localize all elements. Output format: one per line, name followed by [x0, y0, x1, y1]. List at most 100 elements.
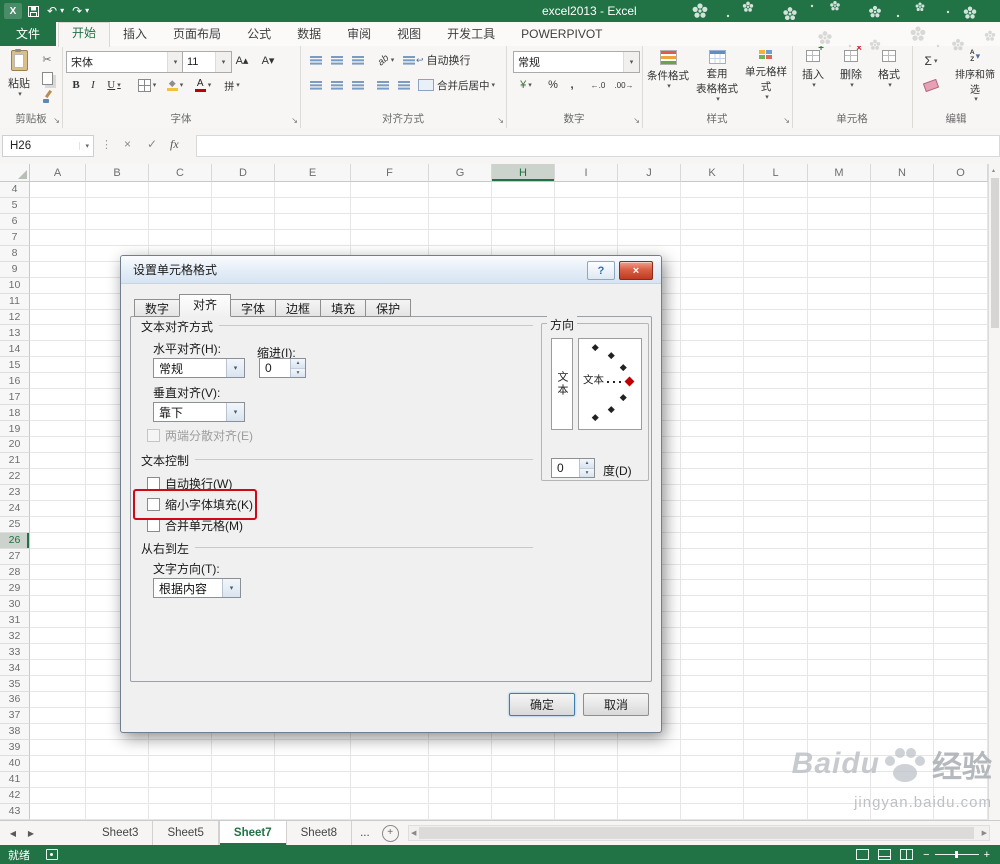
column-header-H[interactable]: H: [492, 164, 555, 182]
row-header-14[interactable]: 14: [0, 341, 30, 358]
column-header-K[interactable]: K: [681, 164, 744, 182]
row-header-19[interactable]: 19: [0, 421, 30, 437]
sheet-tab-Sheet3[interactable]: Sheet3: [88, 821, 154, 845]
column-header-J[interactable]: J: [618, 164, 681, 182]
spin-down-icon[interactable]: ▾: [580, 468, 594, 477]
ribbon-tab-视图[interactable]: 视图: [384, 22, 434, 46]
scroll-right-icon[interactable]: ▶: [982, 829, 987, 837]
phonetic-guide-button[interactable]: 拼 ▾: [218, 76, 246, 94]
formula-input[interactable]: [196, 135, 1000, 157]
ribbon-tab-审阅[interactable]: 审阅: [334, 22, 384, 46]
row-header-21[interactable]: 21: [0, 452, 30, 469]
merge-center-button[interactable]: 合并后居中 ▾: [418, 76, 495, 94]
copy-button[interactable]: [36, 69, 58, 87]
cell-styles-button[interactable]: 单元格样式 ▾: [742, 50, 790, 108]
orientation-dial[interactable]: 文本: [578, 338, 642, 430]
row-header-40[interactable]: 40: [0, 755, 30, 772]
ribbon-tab-文件[interactable]: 文件: [0, 22, 57, 46]
row-header-12[interactable]: 12: [0, 309, 30, 326]
fill-color-button[interactable]: ◆ ▾: [162, 76, 188, 94]
row-header-15[interactable]: 15: [0, 357, 30, 374]
grow-font-button[interactable]: A▴: [230, 51, 254, 69]
borders-button[interactable]: ▾: [134, 76, 160, 94]
accounting-format-button[interactable]: ¥ ▾: [513, 76, 539, 94]
macro-record-icon[interactable]: [46, 849, 58, 860]
wrap-text-button[interactable]: ↩ 自动换行: [403, 51, 471, 69]
undo-caret-icon[interactable]: ▾: [60, 7, 64, 15]
row-header-11[interactable]: 11: [0, 293, 30, 310]
column-header-I[interactable]: I: [555, 164, 618, 182]
spin-down-icon[interactable]: ▾: [291, 368, 305, 377]
row-header-23[interactable]: 23: [0, 484, 30, 501]
dialog-close-button[interactable]: ×: [619, 261, 653, 280]
row-header-43[interactable]: 43: [0, 803, 30, 820]
ribbon-tab-页面布局[interactable]: 页面布局: [160, 22, 234, 46]
percent-style-button[interactable]: %: [544, 76, 562, 94]
text-direction-combo[interactable]: 根据内容 ▾: [153, 578, 241, 598]
row-header-38[interactable]: 38: [0, 723, 30, 740]
orientation-marker[interactable]: [624, 376, 635, 387]
row-header-24[interactable]: 24: [0, 500, 30, 517]
confirm-entry-button[interactable]: ✓: [147, 137, 157, 151]
align-right-button[interactable]: [348, 76, 367, 94]
row-header-27[interactable]: 27: [0, 548, 30, 565]
align-center-button[interactable]: [327, 76, 346, 94]
row-header-8[interactable]: 8: [0, 245, 30, 262]
column-header-O[interactable]: O: [934, 164, 988, 182]
ribbon-tab-开始[interactable]: 开始: [58, 22, 111, 47]
excel-app-icon[interactable]: X: [4, 3, 22, 19]
formula-bar-handle-icon[interactable]: ⋮: [101, 138, 112, 151]
row-header-35[interactable]: 35: [0, 676, 30, 692]
row-header-42[interactable]: 42: [0, 787, 30, 804]
align-top-button[interactable]: [306, 51, 325, 69]
font-color-button[interactable]: A ▾: [190, 76, 216, 94]
format-painter-button[interactable]: [36, 88, 58, 106]
align-bottom-button[interactable]: [348, 51, 367, 69]
row-header-28[interactable]: 28: [0, 564, 30, 581]
italic-button[interactable]: I: [85, 76, 101, 94]
row-header-9[interactable]: 9: [0, 261, 30, 278]
row-header-4[interactable]: 4: [0, 182, 30, 198]
increase-decimal-button[interactable]: ←.0: [586, 76, 610, 94]
row-header-10[interactable]: 10: [0, 277, 30, 294]
normal-view-icon[interactable]: [856, 849, 870, 860]
autosum-button[interactable]: Σ ▾: [916, 52, 946, 70]
row-header-32[interactable]: 32: [0, 628, 30, 645]
dialog-tab-边框[interactable]: 边框: [275, 299, 322, 317]
row-header-16[interactable]: 16: [0, 373, 30, 390]
sheet-tab-Sheet7[interactable]: Sheet7: [218, 821, 287, 845]
page-break-view-icon[interactable]: [900, 849, 914, 860]
shrink-font-button[interactable]: A▾: [256, 51, 280, 69]
row-header-30[interactable]: 30: [0, 596, 30, 613]
delete-cells-button[interactable]: × 删除 ▾: [834, 46, 868, 108]
horizontal-scrollbar[interactable]: ◀ ▶: [408, 825, 990, 841]
bold-button[interactable]: B: [68, 76, 84, 94]
row-header-37[interactable]: 37: [0, 707, 30, 724]
ribbon-tab-数据[interactable]: 数据: [284, 22, 334, 46]
vertical-align-combo[interactable]: 靠下 ▾: [153, 402, 245, 422]
underline-button[interactable]: U ▾: [102, 76, 126, 94]
font-size-combo[interactable]: 11 ▾: [182, 51, 232, 73]
page-layout-view-icon[interactable]: [878, 849, 892, 860]
row-header-41[interactable]: 41: [0, 771, 30, 788]
name-box[interactable]: H26 ▾: [2, 135, 94, 157]
row-header-17[interactable]: 17: [0, 389, 30, 406]
row-header-25[interactable]: 25: [0, 516, 30, 533]
ribbon-tab-公式[interactable]: 公式: [234, 22, 284, 46]
row-header-36[interactable]: 36: [0, 692, 30, 708]
insert-function-button[interactable]: fx: [170, 137, 179, 152]
alignment-dialog-launcher-icon[interactable]: ↘: [497, 117, 504, 125]
dialog-tab-字体[interactable]: 字体: [230, 299, 277, 317]
insert-cells-button[interactable]: + 插入 ▾: [796, 46, 830, 108]
column-header-A[interactable]: A: [30, 164, 86, 182]
name-box-caret-icon[interactable]: ▾: [79, 142, 89, 150]
justify-distributed-checkbox[interactable]: 两端分散对齐(E): [147, 427, 253, 443]
row-header-22[interactable]: 22: [0, 468, 30, 485]
dialog-tab-填充[interactable]: 填充: [320, 299, 367, 317]
orientation-button[interactable]: ab ▾: [373, 51, 399, 69]
qat-customize-icon[interactable]: ▾: [85, 7, 89, 15]
align-left-button[interactable]: [306, 76, 325, 94]
dialog-help-button[interactable]: ?: [587, 261, 615, 280]
paste-button[interactable]: 粘贴 ▾: [4, 49, 34, 108]
row-header-20[interactable]: 20: [0, 437, 30, 453]
